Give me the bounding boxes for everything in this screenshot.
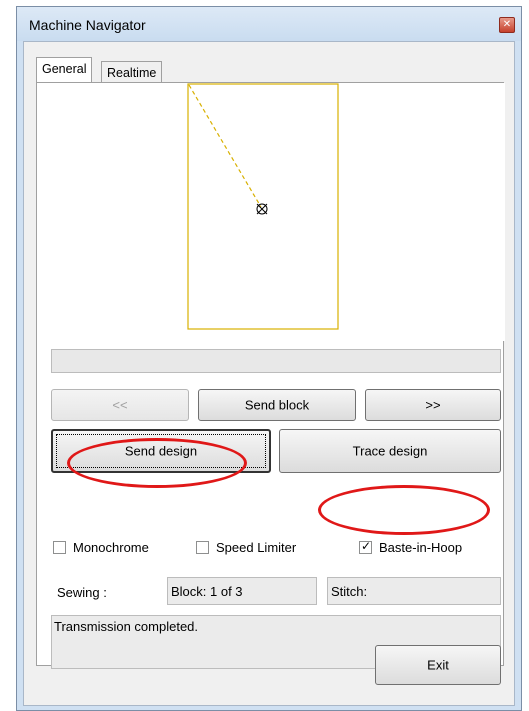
previous-block-button[interactable]: <<: [51, 389, 189, 421]
send-design-label: Send design: [124, 443, 198, 459]
progress-bar: [51, 349, 501, 373]
general-tab-panel: << Send block >> Send design Trace desig…: [36, 82, 505, 685]
speed-limiter-option[interactable]: Speed Limiter: [196, 538, 296, 556]
needle-position-icon: [256, 203, 268, 215]
preview-svg: [187, 83, 339, 330]
speed-limiter-label: Speed Limiter: [216, 539, 297, 555]
checkmark-icon: ✓: [361, 538, 372, 553]
machine-navigator-window: Machine Navigator ✕ General Realtime << …: [16, 6, 522, 711]
exit-label: Exit: [427, 657, 449, 673]
previous-block-label: <<: [112, 397, 128, 413]
stitch-path: [188, 84, 262, 208]
block-counter-field: Block: 1 of 3: [167, 577, 317, 605]
status-message: Transmission completed.: [54, 619, 199, 634]
monochrome-label: Monochrome: [73, 539, 149, 555]
tab-realtime[interactable]: Realtime: [101, 61, 163, 83]
close-icon: ✕: [502, 19, 512, 30]
hoop-outline: [187, 83, 339, 330]
send-block-label: Send block: [244, 397, 310, 413]
next-block-button[interactable]: >>: [365, 389, 501, 421]
tab-realtime-label: Realtime: [107, 66, 157, 80]
title-bar[interactable]: Machine Navigator ✕: [17, 7, 521, 41]
design-preview: [51, 83, 505, 341]
monochrome-checkbox[interactable]: [53, 540, 66, 554]
baste-in-hoop-checkbox[interactable]: ✓: [359, 538, 372, 554]
exit-button[interactable]: Exit: [375, 645, 501, 685]
dialog-client-area: General Realtime << Send block >> Send d…: [23, 41, 515, 706]
stitch-counter-field: Stitch:: [327, 577, 501, 605]
sewing-label: Sewing :: [57, 585, 107, 600]
window-title: Machine Navigator: [29, 17, 146, 33]
baste-in-hoop-label: Baste-in-Hoop: [379, 539, 463, 555]
next-block-label: >>: [425, 397, 441, 413]
trace-design-label: Trace design: [352, 443, 428, 459]
close-button[interactable]: ✕: [499, 17, 515, 33]
tab-general-label: General: [42, 62, 87, 76]
block-counter-value: Block: 1 of 3: [171, 584, 243, 599]
stitch-counter-value: Stitch:: [331, 584, 368, 599]
speed-limiter-checkbox[interactable]: [196, 540, 209, 554]
tab-general[interactable]: General: [36, 57, 93, 82]
send-design-button[interactable]: Send design: [51, 429, 271, 473]
baste-in-hoop-option[interactable]: ✓ Baste-in-Hoop: [359, 538, 462, 556]
send-block-button[interactable]: Send block: [198, 389, 356, 421]
trace-design-button[interactable]: Trace design: [279, 429, 501, 473]
monochrome-option[interactable]: Monochrome: [53, 538, 149, 556]
